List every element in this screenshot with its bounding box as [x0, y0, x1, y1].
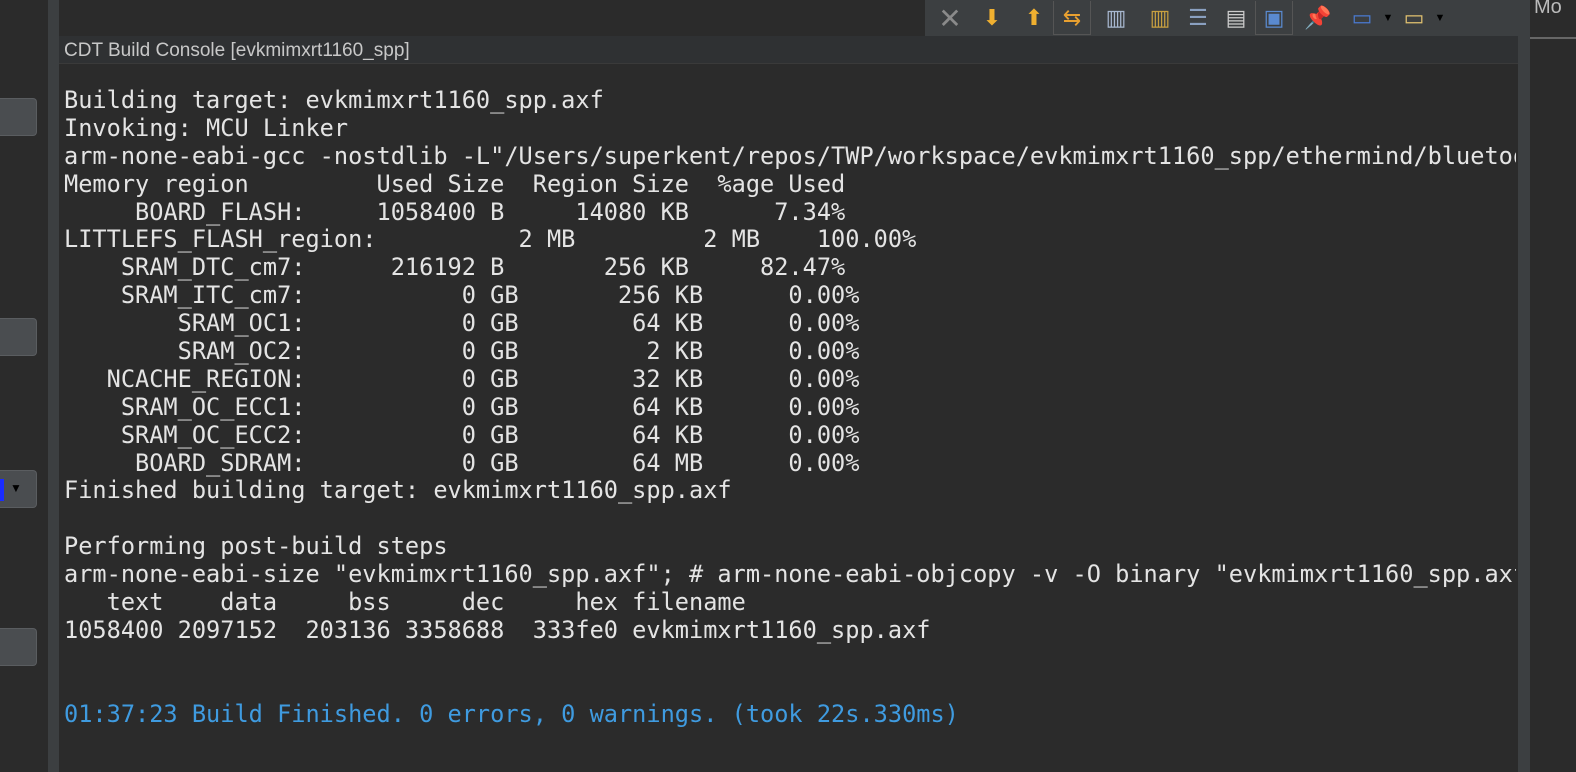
save-console-icon[interactable]: ▥: [1091, 1, 1141, 35]
left-dropdown[interactable]: ▼: [0, 470, 37, 508]
clear-console-icon[interactable]: ▤: [1217, 1, 1255, 35]
console-line: arm-none-eabi-gcc -nostdlib -L"/Users/su…: [64, 141, 1516, 170]
console-line: SRAM_OC_ECC1: 0 GB 64 KB 0.00%: [64, 392, 860, 421]
console-line: Finished building target: evkmimxrt1160_…: [64, 476, 732, 505]
console-line: Building target: evkmimxrt1160_spp.axf: [64, 87, 604, 114]
console-line: Invoking: MCU Linker: [64, 113, 349, 142]
panel-sash[interactable]: [48, 0, 59, 772]
scrollbar[interactable]: [1518, 0, 1530, 772]
console-output[interactable]: Building target: evkmimxrt1160_spp.axf In…: [64, 87, 1516, 767]
console-line: SRAM_OC1: 0 GB 64 KB 0.00%: [64, 309, 860, 338]
chevron-down-icon[interactable]: ▼: [1381, 1, 1395, 35]
console-toolbar: ✕ ⬇ ⬆ ⇆ ▥ ▥ ☰ ▤ ▣ 📌 ▭ ▼ ▭ ▼: [925, 0, 1518, 36]
pin-console-icon[interactable]: 📌: [1293, 1, 1343, 35]
right-panel: Mo: [1530, 0, 1576, 772]
build-status-line: 01:37:23 Build Finished. 0 errors, 0 war…: [64, 699, 959, 728]
chevron-down-icon[interactable]: ▼: [1433, 1, 1447, 35]
link-with-editor-icon[interactable]: ⇆: [1053, 1, 1091, 35]
console-line: SRAM_DTC_cm7: 216192 B 256 KB 82.47%: [64, 253, 846, 282]
console-line: BOARD_FLASH: 1058400 B 14080 KB 7.34%: [64, 197, 846, 226]
new-console-icon[interactable]: ▭: [1395, 1, 1433, 35]
divider: [1530, 37, 1576, 39]
left-field[interactable]: [0, 628, 37, 666]
left-field[interactable]: [0, 318, 37, 356]
view-header: ✕ ⬇ ⬆ ⇆ ▥ ▥ ☰ ▤ ▣ 📌 ▭ ▼ ▭ ▼: [59, 0, 1518, 36]
left-panel: ▼: [0, 0, 48, 772]
console-line: NCACHE_REGION: 0 GB 32 KB 0.00%: [64, 364, 860, 393]
left-field[interactable]: [0, 98, 37, 136]
console-view: ✕ ⬇ ⬆ ⇆ ▥ ▥ ☰ ▤ ▣ 📌 ▭ ▼ ▭ ▼ CDT Build Co…: [59, 0, 1518, 772]
selection-highlight: [0, 479, 4, 501]
console-line: BOARD_SDRAM: 0 GB 64 MB 0.00%: [64, 448, 860, 477]
previous-error-icon[interactable]: ⬆: [1015, 1, 1053, 35]
console-line: text data bss dec hex filename: [64, 588, 746, 617]
right-panel-tab[interactable]: Mo: [1534, 0, 1562, 19]
console-title: CDT Build Console [evkmimxrt1160_spp]: [64, 40, 410, 61]
console-line: Performing post-build steps: [64, 532, 448, 561]
console-line: SRAM_ITC_cm7: 0 GB 256 KB 0.00%: [64, 281, 860, 310]
display-selected-console-icon[interactable]: ▣: [1255, 1, 1293, 35]
console-title-bar: CDT Build Console [evkmimxrt1160_spp]: [59, 36, 1518, 64]
lock-console-icon[interactable]: ▥: [1141, 1, 1179, 35]
console-line: arm-none-eabi-size "evkmimxrt1160_spp.ax…: [64, 560, 1516, 589]
console-line: LITTLEFS_FLASH_region: 2 MB 2 MB 100.00%: [64, 225, 917, 254]
word-wrap-icon[interactable]: ☰: [1179, 1, 1217, 35]
console-line: SRAM_OC2: 0 GB 2 KB 0.00%: [64, 337, 860, 366]
console-line: Memory region Used Size Region Size %age…: [64, 169, 846, 198]
terminate-icon[interactable]: ✕: [931, 1, 969, 35]
console-line: 1058400 2097152 203136 3358688 333fe0 ev…: [64, 615, 931, 644]
open-console-icon[interactable]: ▭: [1343, 1, 1381, 35]
console-line: SRAM_OC_ECC2: 0 GB 64 KB 0.00%: [64, 420, 860, 449]
next-error-icon[interactable]: ⬇: [969, 1, 1015, 35]
chevron-down-icon: ▼: [10, 481, 22, 495]
